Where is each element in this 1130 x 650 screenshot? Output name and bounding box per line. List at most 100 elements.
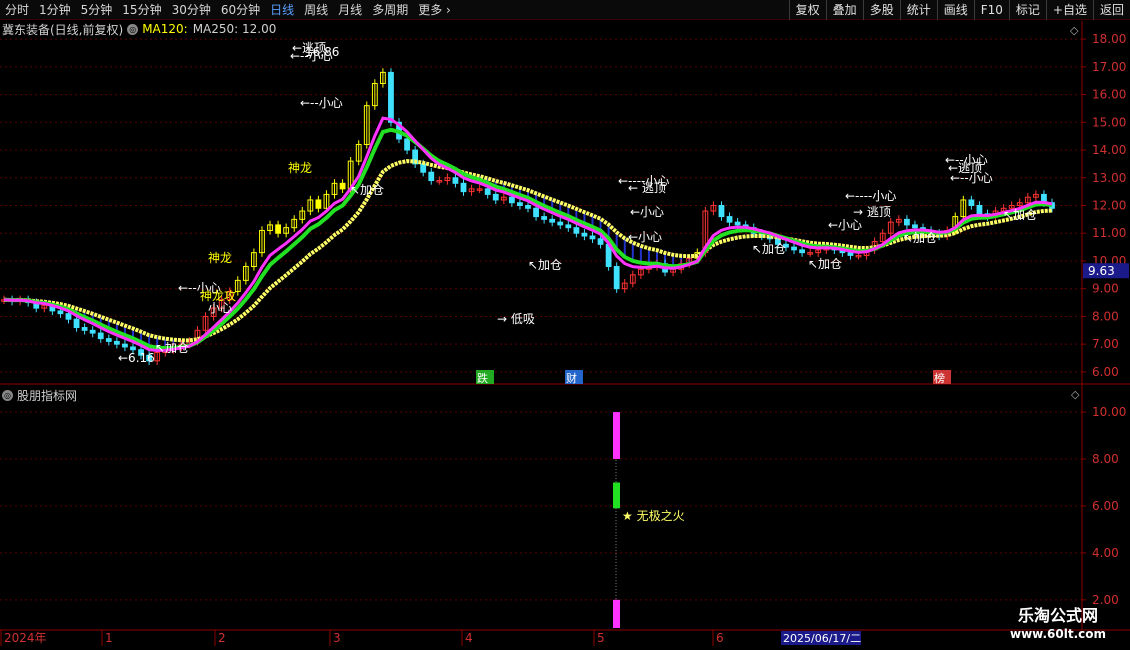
- candle-body: [533, 207, 539, 218]
- price-tick-label: 16.00: [1092, 88, 1126, 102]
- signal-annotation: 16.86: [305, 45, 339, 59]
- candle-body: [847, 252, 854, 256]
- candle-body: [420, 163, 427, 173]
- signal-annotation: → 逃顶: [853, 205, 891, 219]
- signal-annotation: ←小心: [628, 230, 662, 244]
- date-label: 1: [105, 631, 113, 645]
- candle-body: [718, 205, 725, 218]
- signal-annotation: ←--小心: [950, 171, 993, 185]
- date-label: 2: [218, 631, 226, 645]
- candle-body: [581, 232, 588, 237]
- candle-body: [912, 224, 918, 229]
- candle-body: [97, 332, 104, 340]
- indicator-tick-label: 8.00: [1092, 452, 1119, 466]
- signal-annotation: ↖加仓: [808, 257, 842, 271]
- candle-body: [484, 188, 491, 195]
- price-tick-label: 7.00: [1092, 337, 1119, 351]
- candle-body: [573, 227, 580, 234]
- candle-body: [613, 266, 620, 290]
- price-tick-label: 14.00: [1092, 143, 1126, 157]
- candle-body: [452, 177, 459, 184]
- candle-body: [105, 338, 112, 342]
- date-label: 2024年: [4, 631, 47, 645]
- watermark-url: www.60lt.com: [1009, 627, 1107, 641]
- diamond-icon: ◇: [1071, 388, 1080, 401]
- candle-body: [113, 340, 120, 345]
- candle-body: [122, 343, 128, 348]
- indicator-bar-segment: [613, 599, 620, 628]
- candle-body: [517, 202, 523, 206]
- price-tick-label: 17.00: [1092, 60, 1126, 74]
- date-label: 3: [333, 631, 341, 645]
- candle-body: [57, 310, 64, 315]
- current-price-label: 9.63: [1088, 264, 1115, 278]
- candle-body: [492, 193, 499, 201]
- candle-body: [589, 235, 596, 240]
- candle-body: [734, 221, 741, 226]
- event-marker-label: 跌: [477, 371, 488, 385]
- candle-body: [73, 318, 80, 329]
- candle-body: [428, 171, 435, 182]
- candle-body: [968, 199, 975, 206]
- watermark: 乐淘公式网 www.60lt.com: [988, 606, 1128, 642]
- signal-annotation: → 低吸: [497, 312, 535, 326]
- signal-annotation: ←--小心: [300, 96, 343, 110]
- candle-body: [549, 218, 556, 223]
- signal-annotation: 小心: [208, 301, 232, 315]
- event-marker-label: 榜: [934, 371, 945, 385]
- candle-body: [65, 313, 72, 320]
- candle-body: [404, 138, 410, 151]
- indicator-bar-segment: [613, 482, 620, 509]
- price-tick-label: 6.00: [1092, 365, 1119, 379]
- candle-body: [597, 238, 604, 245]
- price-tick-label: 8.00: [1092, 309, 1119, 323]
- candle-body: [726, 216, 733, 223]
- signal-annotation: ← 逃顶: [628, 181, 666, 195]
- candle-body: [799, 249, 805, 254]
- candle-body: [508, 196, 515, 204]
- price-tick-label: 18.00: [1092, 32, 1126, 46]
- price-tick-label: 9.00: [1092, 282, 1119, 296]
- indicator-tick-label: 6.00: [1092, 499, 1119, 513]
- candle-body: [903, 218, 910, 226]
- signal-annotation: ←6.16: [118, 351, 155, 365]
- indicator-signal-label: ★ 无极之火: [622, 509, 685, 523]
- candle-body: [81, 327, 88, 331]
- candle-body: [315, 199, 322, 209]
- candle-body: [275, 224, 281, 234]
- signal-annotation: ←小心: [828, 218, 862, 232]
- indicator-bar-segment: [613, 412, 620, 460]
- signal-annotation: 神龙: [288, 161, 312, 175]
- candle-body: [525, 205, 531, 209]
- candle-body: [976, 205, 983, 215]
- signal-annotation: ←小心: [630, 205, 664, 219]
- signal-annotation: 神龙: [208, 251, 232, 265]
- indicator-tick-label: 2.00: [1092, 593, 1119, 607]
- signal-annotation: ←----小心: [845, 189, 896, 203]
- price-tick-label: 15.00: [1092, 115, 1126, 129]
- candle-body: [339, 182, 346, 190]
- price-tick-label: 11.00: [1092, 226, 1126, 240]
- signal-annotation: ↖加仓: [528, 258, 562, 272]
- event-marker-label: 财: [566, 371, 577, 385]
- indicator-tick-label: 10.00: [1092, 405, 1126, 419]
- candle-body: [89, 329, 96, 334]
- candle-body: [388, 71, 394, 123]
- indicator-tick-label: 4.00: [1092, 546, 1119, 560]
- diamond-icon: ◇: [1070, 24, 1079, 37]
- chart-canvas[interactable]: 18.0017.0016.0015.0014.0013.0012.0011.00…: [0, 0, 1130, 650]
- signal-annotation: ↖加仓: [155, 341, 189, 355]
- date-label: 4: [465, 631, 473, 645]
- price-tick-label: 13.00: [1092, 171, 1126, 185]
- date-label: 5: [597, 631, 605, 645]
- signal-annotation: ↖加仓: [903, 231, 937, 245]
- signal-annotation: ↖加仓: [1003, 208, 1037, 222]
- price-tick-label: 12.00: [1092, 199, 1126, 213]
- candle-body: [460, 182, 467, 193]
- cursor-date-label: 2025/06/17/二: [783, 632, 861, 645]
- candle-body: [541, 216, 548, 220]
- candle-body: [130, 346, 136, 351]
- candle-body: [565, 224, 572, 229]
- watermark-title: 乐淘公式网: [1017, 606, 1098, 625]
- candle-body: [791, 246, 797, 251]
